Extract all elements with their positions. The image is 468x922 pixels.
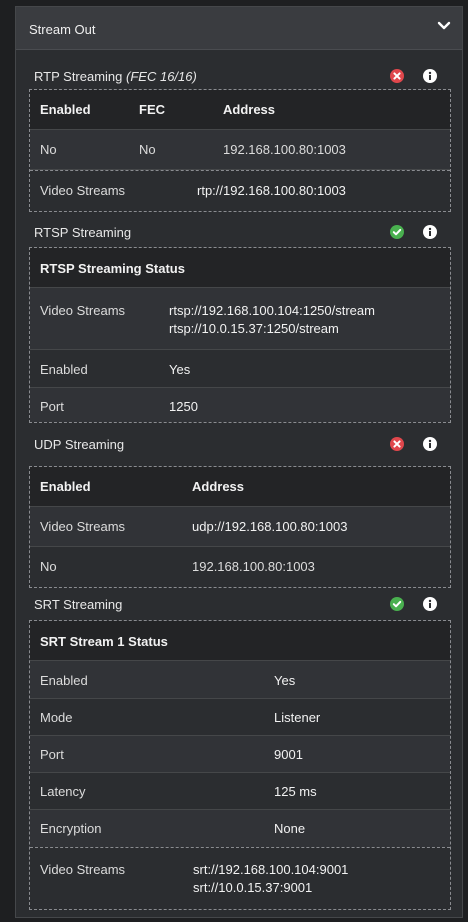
row-value: udp://192.168.100.80:1003: [192, 519, 348, 534]
table-cell: 192.168.100.80:1003: [192, 559, 315, 574]
info-icon[interactable]: [423, 69, 437, 83]
table-row: Video Streams udp://192.168.100.80:1003: [30, 507, 450, 547]
check-circle-icon: [390, 225, 404, 239]
table-row: Port 1250: [30, 388, 450, 422]
row-value: rtsp://10.0.15.37:1250/stream: [169, 321, 339, 336]
row-value: Yes: [274, 673, 296, 688]
udp-section-title: UDP Streaming: [34, 437, 125, 452]
table-row: Mode Listener: [30, 699, 450, 736]
udp-table: Enabled Address Video Streams udp://192.…: [29, 466, 451, 588]
srt-section-title: SRT Streaming: [34, 597, 123, 612]
table-row: Encryption None: [30, 810, 450, 847]
column-header: Enabled: [40, 479, 91, 494]
rtp-title-text: RTP Streaming: [34, 69, 123, 84]
table-header-row: Enabled Address: [30, 467, 450, 507]
error-x-icon: [390, 437, 404, 451]
row-value: rtsp://192.168.100.104:1250/stream: [169, 303, 375, 318]
table-row: Video Streams rtsp://192.168.100.104:125…: [30, 288, 450, 350]
rtsp-section-title: RTSP Streaming: [34, 225, 132, 240]
info-icon[interactable]: [423, 437, 437, 451]
table-cell: No: [40, 142, 57, 157]
table-row: Enabled Yes: [30, 350, 450, 388]
row-label: Video Streams: [40, 862, 126, 877]
column-header: FEC: [139, 102, 165, 117]
table-title-row: RTSP Streaming Status: [30, 248, 450, 288]
table-row: Video Streams rtp://192.168.100.80:1003: [30, 171, 450, 211]
srt-status-table: SRT Stream 1 Status Enabled Yes Mode Lis…: [29, 620, 451, 910]
rtp-table: Enabled FEC Address No No 192.168.100.80…: [29, 89, 451, 212]
row-value: None: [274, 821, 306, 836]
info-icon[interactable]: [423, 225, 437, 239]
row-label: Port: [40, 747, 64, 762]
table-row: Video Streams srt://192.168.100.104:9001…: [30, 848, 450, 909]
row-value: 9001: [274, 747, 303, 762]
info-icon[interactable]: [423, 597, 437, 611]
table-title-row: SRT Stream 1 Status: [30, 621, 450, 661]
rtp-section-title: RTP Streaming (FEC 16/16): [34, 69, 197, 84]
row-value: Yes: [169, 362, 191, 377]
row-label: Encryption: [40, 821, 102, 836]
row-value: 125 ms: [274, 784, 317, 799]
row-label: Video Streams: [40, 183, 126, 198]
column-header: Address: [192, 479, 245, 494]
table-row: No 192.168.100.80:1003: [30, 547, 450, 587]
table-header-row: Enabled FEC Address: [30, 90, 450, 130]
table-row: No No 192.168.100.80:1003: [30, 130, 450, 170]
error-x-icon: [390, 69, 404, 83]
table-title: SRT Stream 1 Status: [40, 634, 168, 649]
row-value: srt://192.168.100.104:9001: [193, 862, 349, 877]
row-label: Enabled: [40, 673, 88, 688]
row-label: Mode: [40, 710, 73, 725]
check-circle-icon: [390, 597, 404, 611]
table-row: Latency 125 ms: [30, 773, 450, 810]
row-label: Video Streams: [40, 303, 126, 318]
row-label: Port: [40, 399, 64, 414]
row-value: srt://10.0.15.37:9001: [193, 880, 313, 895]
row-label: Enabled: [40, 362, 88, 377]
chevron-down-icon[interactable]: [437, 21, 451, 31]
table-row: Enabled Yes: [30, 661, 450, 699]
row-label: Video Streams: [40, 519, 126, 534]
rtp-fec-label: (FEC 16/16): [126, 69, 197, 84]
row-value: 1250: [169, 399, 198, 414]
table-title: RTSP Streaming Status: [40, 261, 185, 276]
row-label: Latency: [40, 784, 86, 799]
stream-out-panel: Stream Out RTP Streaming (FEC 16/16) Ena…: [15, 6, 463, 918]
panel-title: Stream Out: [29, 22, 96, 37]
panel-header[interactable]: Stream Out: [16, 7, 462, 50]
row-value: rtp://192.168.100.80:1003: [197, 183, 346, 198]
table-cell: No: [40, 559, 57, 574]
column-header: Enabled: [40, 102, 91, 117]
column-header: Address: [223, 102, 276, 117]
table-cell: No: [139, 142, 156, 157]
table-cell: 192.168.100.80:1003: [223, 142, 346, 157]
table-row: Port 9001: [30, 736, 450, 773]
rtsp-status-table: RTSP Streaming Status Video Streams rtsp…: [29, 247, 451, 423]
row-value: Listener: [274, 710, 321, 725]
